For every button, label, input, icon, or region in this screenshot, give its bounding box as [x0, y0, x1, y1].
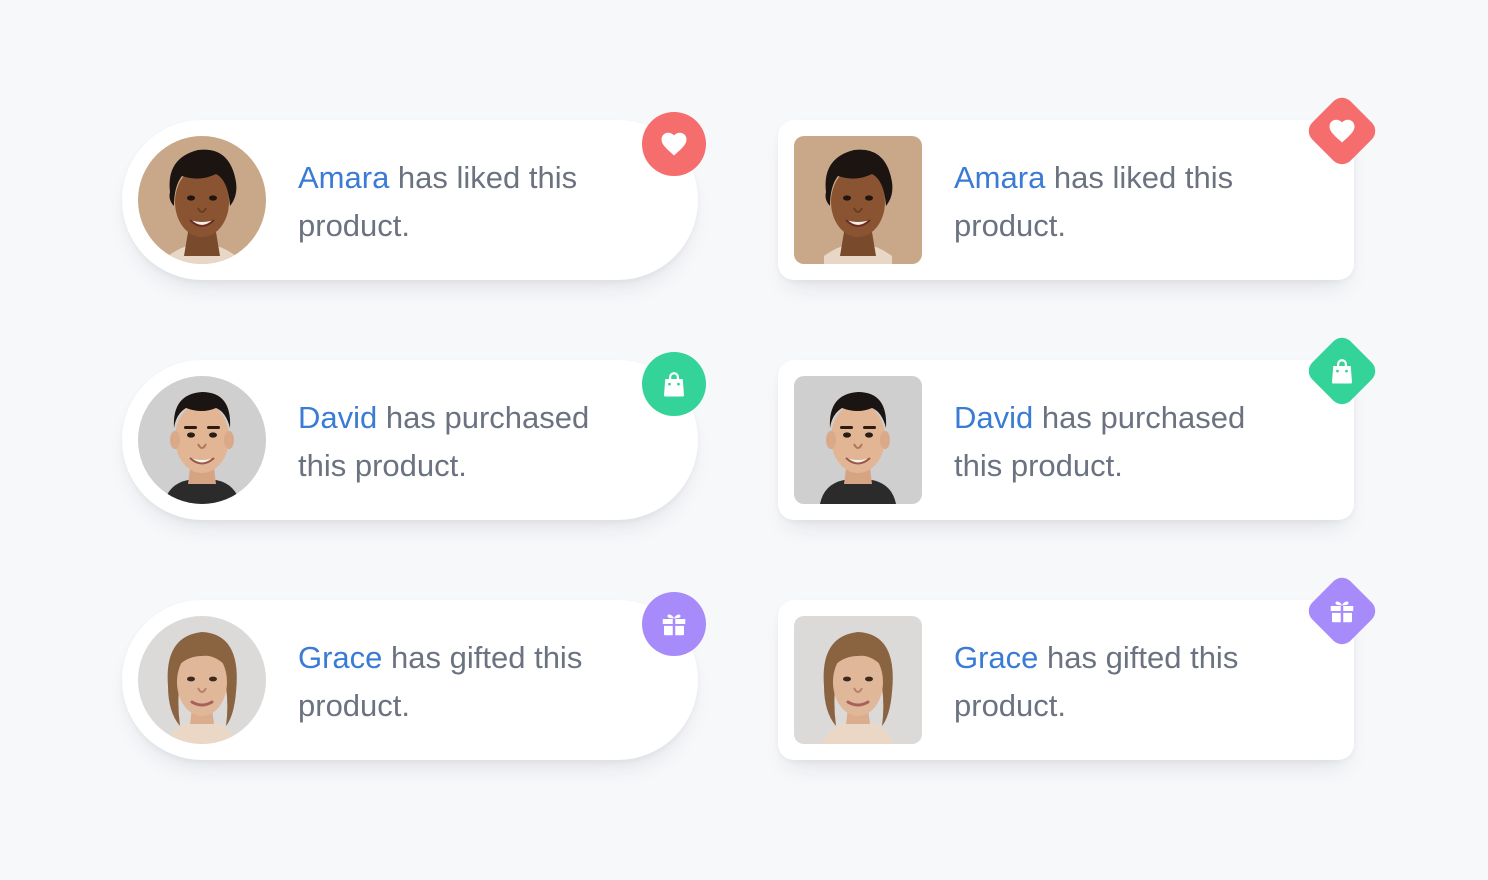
notification-card[interactable]: Grace has gifted this product.: [778, 572, 1381, 760]
gift-badge: [1303, 572, 1381, 650]
user-name-link[interactable]: David: [954, 400, 1033, 435]
avatar: [794, 616, 922, 744]
avatar: [138, 376, 266, 504]
avatar: [138, 616, 266, 744]
user-name-link[interactable]: Amara: [298, 160, 389, 195]
gift-badge: [642, 592, 706, 656]
avatar: [138, 136, 266, 264]
notification-card[interactable]: David has purchased this product.: [778, 332, 1381, 520]
like-badge: [642, 112, 706, 176]
notification-message: Grace has gifted this product.: [954, 634, 1294, 730]
notification-card[interactable]: David has purchased this product.: [122, 352, 706, 520]
notification-message: David has purchased this product.: [298, 394, 638, 490]
avatar: [794, 136, 922, 264]
heart-icon: [659, 129, 689, 159]
gift-icon: [1327, 596, 1357, 626]
user-name-link[interactable]: Amara: [954, 160, 1045, 195]
heart-icon: [1327, 116, 1357, 146]
purchase-badge: [642, 352, 706, 416]
notification-message: Amara has liked this product.: [298, 154, 638, 250]
user-name-link[interactable]: Grace: [298, 640, 382, 675]
notification-message: Grace has gifted this product.: [298, 634, 638, 730]
purchase-badge: [1303, 332, 1381, 410]
notification-card[interactable]: Grace has gifted this product.: [122, 592, 706, 760]
shopping-bag-icon: [1327, 356, 1357, 386]
user-name-link[interactable]: Grace: [954, 640, 1038, 675]
notification-card[interactable]: Amara has liked this product.: [778, 92, 1381, 280]
avatar: [794, 376, 922, 504]
notification-card[interactable]: Amara has liked this product.: [122, 112, 706, 280]
notification-message: Amara has liked this product.: [954, 154, 1294, 250]
gift-icon: [659, 609, 689, 639]
notification-message: David has purchased this product.: [954, 394, 1294, 490]
like-badge: [1303, 92, 1381, 170]
user-name-link[interactable]: David: [298, 400, 377, 435]
notification-gallery: Amara has liked this product. Amara has …: [0, 0, 1488, 880]
shopping-bag-icon: [659, 369, 689, 399]
